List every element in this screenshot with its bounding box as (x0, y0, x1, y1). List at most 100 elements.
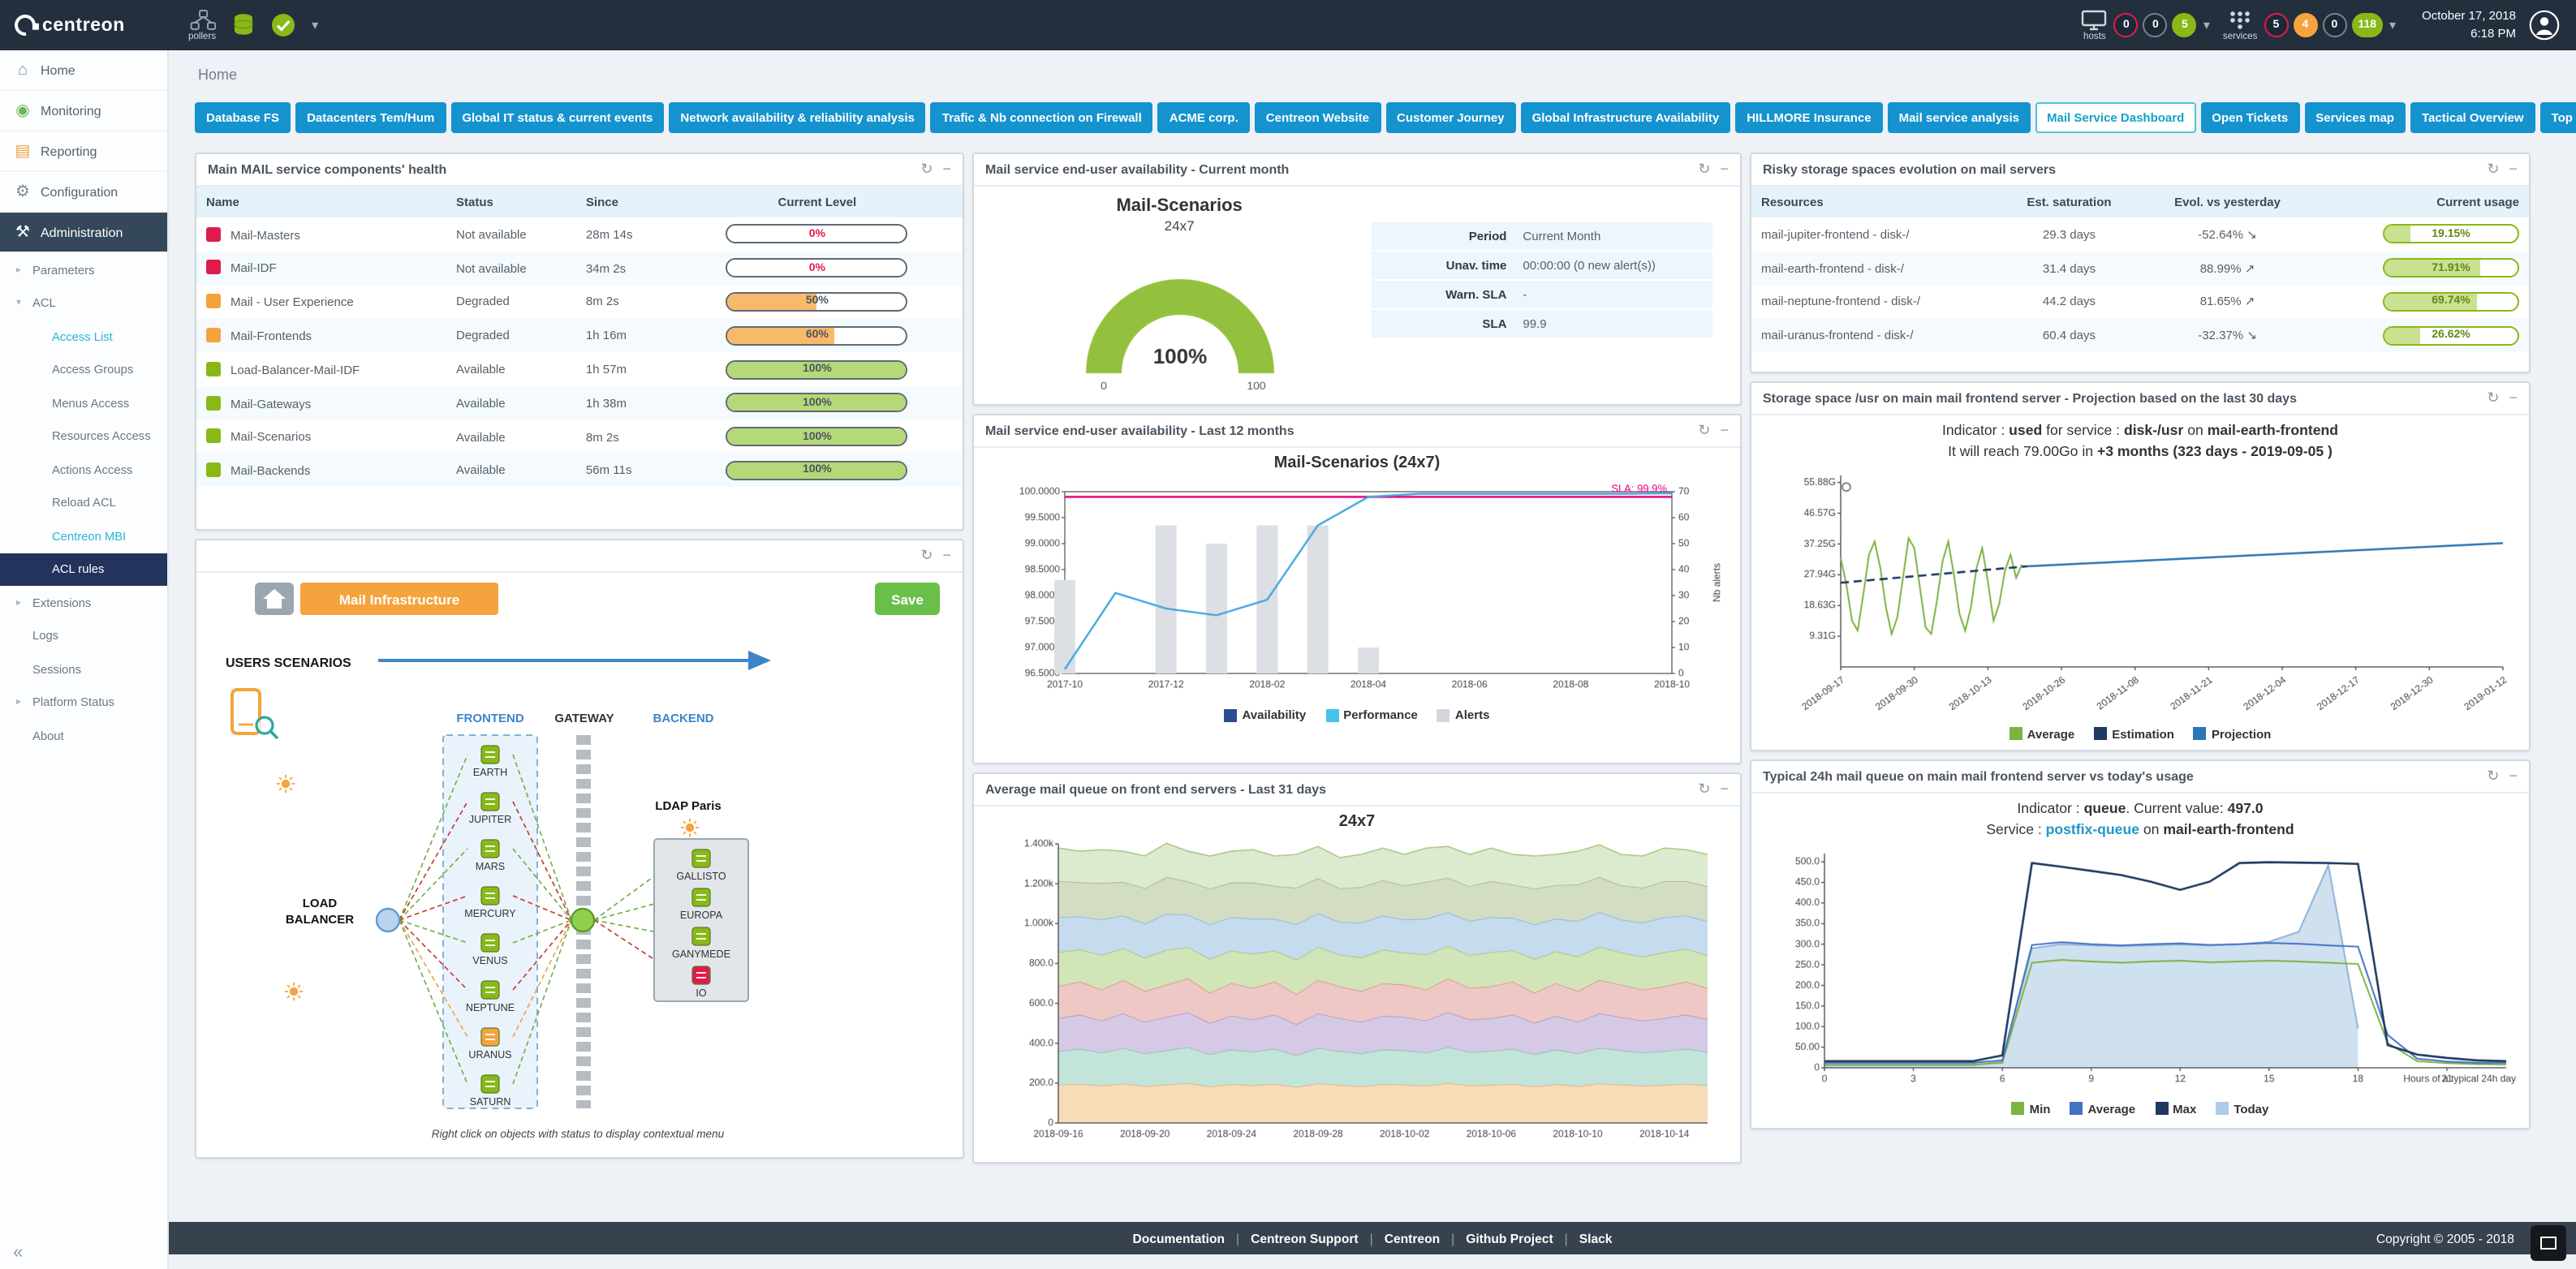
sidebar-subitem-access-groups[interactable]: Access Groups (0, 353, 167, 386)
sidebar-subitem-extensions[interactable]: ▸Extensions (0, 586, 167, 619)
sidebar-item-reporting[interactable]: ▤Reporting (0, 131, 167, 172)
health-row-5: Mail-GatewaysAvailable1h 38m100% (196, 386, 963, 420)
collapse-icon[interactable]: − (1720, 422, 1729, 440)
refresh-icon[interactable]: ↻ (920, 161, 933, 179)
collapse-icon[interactable]: − (2509, 768, 2518, 785)
sidebar-subitem-access-list[interactable]: Access List (0, 320, 167, 353)
sidebar-item-configuration[interactable]: ⚙Configuration (0, 172, 167, 213)
diagram-home-icon[interactable] (255, 583, 294, 615)
services-counter-3[interactable]: 118 (2351, 13, 2383, 37)
footer-link-documentation[interactable]: Documentation (1133, 1231, 1226, 1245)
legend-swatch-icon (2010, 727, 2022, 740)
services-menu[interactable]: services (2223, 9, 2258, 41)
breadcrumb[interactable]: Home (198, 67, 2553, 83)
refresh-icon[interactable]: ↻ (920, 547, 933, 565)
centreon-logo[interactable]: centreon (0, 15, 169, 36)
collapse-icon[interactable]: − (1720, 161, 1729, 179)
fullscreen-icon[interactable] (2531, 1225, 2566, 1261)
text-fragment: disk-/usr (2124, 422, 2183, 438)
gateway-node[interactable] (571, 909, 594, 931)
collapse-icon[interactable]: − (2509, 161, 2518, 179)
sidebar-subitem-sessions[interactable]: Sessions (0, 652, 167, 686)
sidebar-subitem-reload-acl[interactable]: Reload ACL (0, 486, 167, 519)
storage-evolution-cell: -52.64% ↘ (2141, 217, 2315, 252)
footer-link-centreon[interactable]: Centreon (1385, 1231, 1440, 1245)
storage-evolution-cell: 88.99% ↗ (2141, 252, 2315, 286)
hosts-counter-2[interactable]: 5 (2173, 13, 2197, 37)
load-balancer-node[interactable] (377, 909, 399, 931)
sidebar-subitem-acl[interactable]: ▾ACL (0, 286, 167, 320)
refresh-icon[interactable]: ↻ (1698, 161, 1710, 179)
tab-top-10[interactable]: Top 10 (2540, 102, 2576, 133)
refresh-icon[interactable]: ↻ (2487, 161, 2499, 179)
tab-tactical-overview[interactable]: Tactical Overview (2410, 102, 2535, 133)
health-col-0: Name (196, 187, 446, 217)
sidebar-subitem-resources-access[interactable]: Resources Access (0, 419, 167, 453)
projection-forecast-line: It will reach 79.00Go in +3 months (323 … (1751, 441, 2529, 462)
hosts-counter-1[interactable]: 0 (2143, 13, 2168, 37)
trend-down-icon: ↘ (2246, 227, 2257, 242)
refresh-icon[interactable]: ↻ (2487, 768, 2499, 785)
component-level-cell: 0% (672, 252, 963, 286)
services-counter-1[interactable]: 4 (2293, 13, 2317, 37)
save-button[interactable]: Save (875, 583, 940, 615)
database-menu[interactable] (232, 13, 255, 37)
sla-row-2: Warn. SLA- (1372, 281, 1712, 310)
services-counter-0[interactable]: 5 (2264, 13, 2288, 37)
panel-storage-projection: Storage space /usr on main mail frontend… (1750, 381, 2531, 751)
services-counter-2[interactable]: 0 (2322, 13, 2346, 37)
home-icon: ⌂ (13, 61, 32, 79)
tab-acme-corp-[interactable]: ACME corp. (1158, 102, 1250, 133)
sidebar-item-home[interactable]: ⌂Home (0, 50, 167, 91)
collapse-icon[interactable]: − (942, 547, 951, 565)
tab-datacenters-tem-hum[interactable]: Datacenters Tem/Hum (295, 102, 446, 133)
footer-link-centreon-support[interactable]: Centreon Support (1251, 1231, 1359, 1245)
sidebar-subitem-centreon-mbi[interactable]: Centreon MBI (0, 519, 167, 553)
tab-services-map[interactable]: Services map (2304, 102, 2406, 133)
collapse-icon[interactable]: − (2509, 389, 2518, 407)
tab-mail-service-dashboard[interactable]: Mail Service Dashboard (2035, 102, 2195, 133)
tab-mail-service-analysis[interactable]: Mail service analysis (1888, 102, 2031, 133)
health-row-0: Mail-MastersNot available28m 14s0% (196, 217, 963, 252)
pollers-menu[interactable]: pollers (188, 9, 216, 41)
sidebar-subitem-actions-access[interactable]: Actions Access (0, 453, 167, 486)
tab-trafic-nb-connection-on-firewall[interactable]: Trafic & Nb connection on Firewall (931, 102, 1153, 133)
health-table: NameStatusSinceCurrent LevelMail-Masters… (196, 187, 963, 488)
hosts-counter-0[interactable]: 0 (2114, 13, 2139, 37)
sidebar-subitem-about[interactable]: About (0, 719, 167, 752)
hosts-menu[interactable]: hosts (2082, 9, 2108, 41)
footer-link-slack[interactable]: Slack (1579, 1231, 1613, 1245)
hosts-chevron-down-icon[interactable]: ▾ (2203, 18, 2210, 32)
nav-chevron-down-icon[interactable]: ▾ (312, 18, 318, 32)
component-since-cell: 8m 2s (576, 285, 672, 319)
text-fragment: postfix-queue (2046, 821, 2139, 837)
status-ok-menu[interactable] (271, 13, 295, 37)
sidebar-item-monitoring[interactable]: ◉Monitoring (0, 91, 167, 131)
sidebar-subitem-platform-status[interactable]: ▸Platform Status (0, 686, 167, 719)
tab-hillmore-insurance[interactable]: HILLMORE Insurance (1735, 102, 1882, 133)
tab-global-it-status-current-events[interactable]: Global IT status & current events (450, 102, 664, 133)
collapse-icon[interactable]: − (942, 161, 951, 179)
user-icon[interactable] (2529, 10, 2560, 41)
sidebar-item-administration[interactable]: ⚒Administration (0, 213, 167, 253)
refresh-icon[interactable]: ↻ (1698, 781, 1710, 798)
sidebar-subitem-logs[interactable]: Logs (0, 619, 167, 652)
tab-database-fs[interactable]: Database FS (195, 102, 291, 133)
refresh-icon[interactable]: ↻ (1698, 422, 1710, 440)
sidebar-subitem-menus-access[interactable]: Menus Access (0, 386, 167, 419)
tab-centreon-website[interactable]: Centreon Website (1255, 102, 1381, 133)
sidebar-collapse-button[interactable]: « (13, 1243, 23, 1263)
footer-link-github-project[interactable]: Github Project (1466, 1231, 1553, 1245)
sidebar-subitem-parameters[interactable]: ▸Parameters (0, 253, 167, 286)
sla-summary-table: PeriodCurrent MonthUnav. time00:00:00 (0… (1372, 222, 1712, 339)
services-chevron-down-icon[interactable]: ▾ (2389, 18, 2396, 32)
refresh-icon[interactable]: ↻ (2487, 389, 2499, 407)
sidebar-subitem-acl-rules[interactable]: ACL rules (0, 553, 167, 586)
tab-global-infrastructure-availability[interactable]: Global Infrastructure Availability (1521, 102, 1731, 133)
collapse-icon[interactable]: − (1720, 781, 1729, 798)
tab-customer-journey[interactable]: Customer Journey (1385, 102, 1516, 133)
tab-open-tickets[interactable]: Open Tickets (2200, 102, 2299, 133)
tab-network-availability-reliability-analysis[interactable]: Network availability & reliability analy… (669, 102, 925, 133)
infrastructure-badge[interactable]: Mail Infrastructure (300, 583, 498, 615)
storage-usage-cell: 19.15% (2314, 217, 2529, 252)
